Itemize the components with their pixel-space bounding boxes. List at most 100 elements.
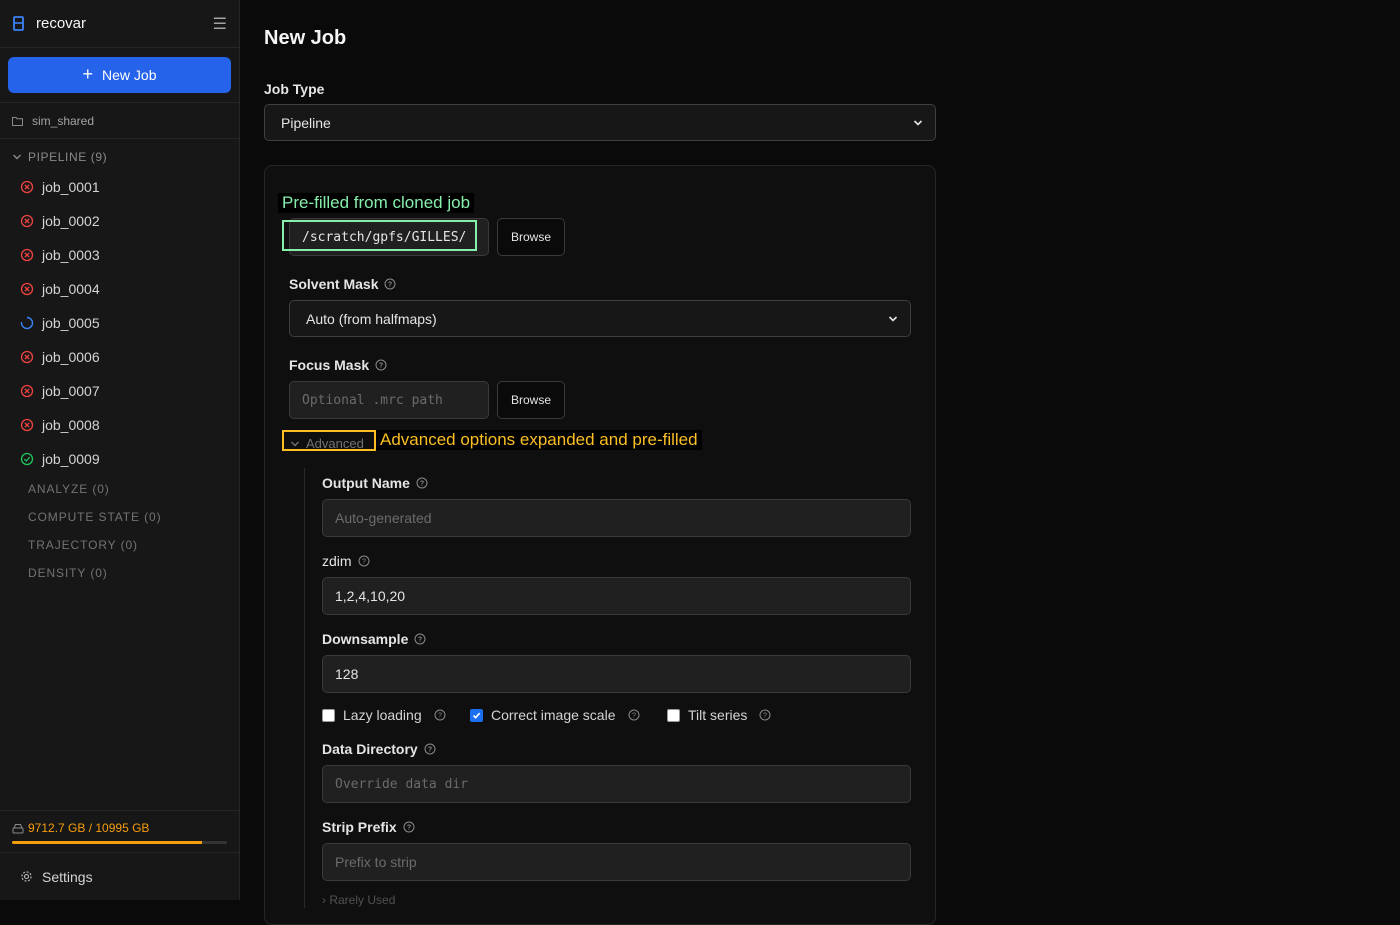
highlight-box-advanced — [282, 430, 376, 451]
browse-button-particles[interactable]: Browse — [497, 218, 565, 256]
solvent-mask-value: Auto (from halfmaps) — [306, 310, 437, 327]
correct-image-scale-label: Correct image scale — [491, 707, 616, 723]
error-icon — [20, 214, 34, 228]
error-icon — [20, 350, 34, 364]
sidebar-job-item[interactable]: job_0001 — [20, 173, 100, 201]
svg-text:?: ? — [379, 363, 383, 370]
svg-text:?: ? — [763, 713, 767, 720]
lazy-loading-label: Lazy loading — [343, 707, 422, 723]
job-name: job_0009 — [42, 451, 100, 467]
data-directory-label: Data Directory ? — [322, 741, 436, 757]
group-compute-state[interactable]: COMPUTE STATE (0) — [28, 510, 162, 524]
sidebar-job-item[interactable]: job_0002 — [20, 207, 100, 235]
tilt-series-checkbox[interactable] — [667, 708, 680, 722]
help-icon[interactable]: ? — [375, 359, 387, 371]
lazy-loading-checkbox[interactable] — [322, 708, 335, 722]
chevron-down-icon — [913, 119, 923, 126]
svg-text:?: ? — [438, 713, 442, 720]
svg-text:?: ? — [420, 481, 424, 488]
help-icon[interactable]: ? — [384, 278, 396, 290]
zdim-input[interactable]: 1,2,4,10,20 — [322, 577, 911, 615]
sidebar-job-item[interactable]: job_0006 — [20, 343, 100, 371]
svg-text:?: ? — [418, 637, 422, 644]
gear-icon — [21, 871, 32, 882]
downsample-input[interactable]: 128 — [322, 655, 911, 693]
annotation-prefilled: Pre-filled from cloned job — [278, 193, 475, 213]
settings-button[interactable]: Settings — [0, 852, 239, 900]
job-type-select[interactable]: Pipeline — [264, 104, 936, 141]
sidebar-job-item[interactable]: job_0005 — [20, 309, 100, 337]
menu-icon[interactable]: ☰ — [213, 14, 227, 34]
solvent-mask-select[interactable]: Auto (from halfmaps) — [289, 300, 911, 337]
project-name: sim_shared — [32, 113, 95, 128]
job-name: job_0001 — [42, 179, 100, 195]
error-icon — [20, 180, 34, 194]
help-icon[interactable]: ? — [416, 477, 428, 489]
svg-text:?: ? — [632, 713, 636, 720]
job-type-value: Pipeline — [281, 114, 331, 131]
job-name: job_0008 — [42, 417, 100, 433]
sidebar-job-item[interactable]: job_0004 — [20, 275, 100, 303]
job-name: job_0002 — [42, 213, 100, 229]
annotation-advanced: Advanced options expanded and pre-filled — [376, 430, 702, 450]
correct-image-scale-option: Correct image scale ? — [470, 707, 640, 723]
folder-icon — [12, 116, 23, 126]
focus-mask-label: Focus Mask ? — [289, 357, 387, 373]
help-icon[interactable]: ? — [759, 709, 771, 721]
help-icon[interactable]: ? — [424, 743, 436, 755]
solvent-mask-label: Solvent Mask ? — [289, 276, 396, 292]
project-selector[interactable]: sim_shared — [0, 102, 239, 139]
job-type-label: Job Type — [264, 81, 325, 97]
sidebar-job-item[interactable]: job_0009 — [20, 445, 100, 473]
group-trajectory[interactable]: TRAJECTORY (0) — [28, 538, 138, 552]
storage-usage: 9712.7 GB / 10995 GB — [0, 810, 239, 852]
zdim-label: zdim ? — [322, 553, 370, 569]
sidebar-job-item[interactable]: job_0007 — [20, 377, 100, 405]
sidebar-job-item[interactable]: job_0003 — [20, 241, 100, 269]
storage-bar-fill — [12, 841, 202, 844]
group-density[interactable]: DENSITY (0) — [28, 566, 108, 580]
help-icon[interactable]: ? — [414, 633, 426, 645]
strip-prefix-input[interactable]: Prefix to strip — [322, 843, 911, 881]
group-pipeline[interactable]: PIPELINE (9) — [12, 150, 107, 164]
help-icon[interactable]: ? — [403, 821, 415, 833]
svg-text:?: ? — [428, 747, 432, 754]
sidebar-header: recovar ☰ — [0, 0, 239, 48]
job-name: job_0004 — [42, 281, 100, 297]
job-name: job_0003 — [42, 247, 100, 263]
check-icon — [20, 452, 34, 466]
error-icon — [20, 282, 34, 296]
strip-prefix-label: Strip Prefix ? — [322, 819, 415, 835]
output-name-label: Output Name ? — [322, 475, 428, 491]
new-job-label: New Job — [102, 67, 157, 83]
storage-bar — [12, 841, 227, 844]
svg-text:?: ? — [407, 825, 411, 832]
settings-label: Settings — [42, 868, 93, 885]
job-name: job_0007 — [42, 383, 100, 399]
drive-icon — [12, 823, 24, 833]
browse-button-focus-mask[interactable]: Browse — [497, 381, 565, 419]
group-pipeline-label: PIPELINE (9) — [28, 150, 108, 164]
help-icon[interactable]: ? — [358, 555, 370, 567]
error-icon — [20, 384, 34, 398]
lazy-loading-option: Lazy loading ? — [322, 707, 446, 723]
rarely-used-label: Rarely Used — [329, 893, 396, 907]
svg-text:?: ? — [388, 282, 392, 289]
help-icon[interactable]: ? — [434, 709, 446, 721]
job-name: job_0006 — [42, 349, 100, 365]
chevron-down-icon — [13, 154, 21, 160]
sidebar-job-item[interactable]: job_0008 — [20, 411, 100, 439]
help-icon[interactable]: ? — [628, 709, 640, 721]
data-directory-input[interactable]: Override data dir — [322, 765, 911, 803]
highlight-box-prefilled — [282, 220, 477, 251]
output-name-input[interactable]: Auto-generated — [322, 499, 911, 537]
new-job-button[interactable]: + New Job — [8, 57, 231, 93]
rarely-used-toggle[interactable]: › Rarely Used — [322, 893, 395, 907]
focus-mask-input[interactable]: Optional .mrc path — [289, 381, 489, 419]
svg-text:?: ? — [362, 559, 366, 566]
spinner-icon — [20, 316, 34, 330]
app-name: recovar — [36, 15, 87, 32]
correct-image-scale-checkbox[interactable] — [470, 708, 483, 722]
error-icon — [20, 418, 34, 432]
group-analyze[interactable]: ANALYZE (0) — [28, 482, 110, 496]
